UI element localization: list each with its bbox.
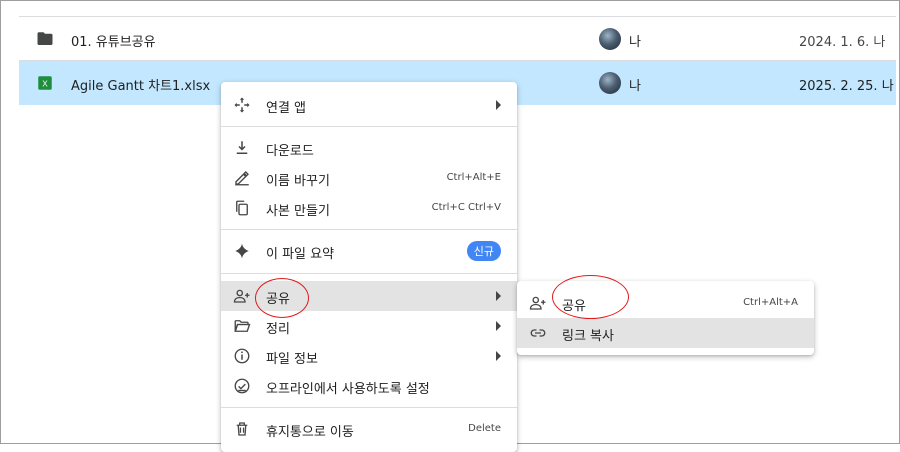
folder-icon — [37, 32, 53, 45]
move-arrows-icon — [234, 97, 250, 113]
pencil-icon — [235, 171, 249, 186]
menu-item-offline[interactable]: 오프라인에서 사용하도록 설정 — [221, 371, 517, 401]
menu-divider — [221, 273, 517, 274]
menu-item-file-info[interactable]: 파일 정보 — [221, 341, 517, 371]
link-icon — [530, 329, 546, 337]
annotation-circle — [255, 278, 309, 318]
menu-item-summarize[interactable]: 이 파일 요약 신규 — [221, 236, 517, 266]
file-name: 01. 유튜브공유 — [71, 35, 156, 50]
new-badge: 신규 — [466, 241, 501, 261]
file-modified: 2025. 2. 25. 나 — [799, 79, 894, 94]
sparkle-icon — [235, 243, 249, 259]
menu-item-trash[interactable]: 휴지통으로 이동 Delete — [221, 414, 517, 444]
menu-item-open-with[interactable]: 연결 앱 — [221, 90, 517, 120]
owner-avatar — [599, 72, 621, 94]
file-row[interactable]: 01. 유튜브공유 나 2024. 1. 6. 나 — [19, 17, 896, 61]
menu-divider — [221, 126, 517, 127]
annotation-circle — [552, 275, 629, 319]
info-icon — [234, 348, 250, 364]
menu-divider — [221, 229, 517, 230]
file-owner: 나 — [629, 35, 641, 50]
menu-item-rename[interactable]: 이름 바꾸기 Ctrl+Alt+E — [221, 163, 517, 193]
trash-icon — [236, 422, 248, 436]
chevron-right-icon — [496, 321, 501, 331]
context-menu: 연결 앱 다운로드 이름 바꾸기 Ctrl+Alt+E 사본 만들기 Ctrl+… — [221, 82, 517, 452]
offline-check-icon — [234, 378, 250, 394]
svg-text:X: X — [42, 79, 48, 88]
download-icon — [236, 141, 248, 154]
submenu-item-copy-link[interactable]: 링크 복사 — [517, 318, 814, 348]
excel-icon: X — [38, 76, 52, 90]
chevron-right-icon — [496, 291, 501, 301]
menu-item-make-copy[interactable]: 사본 만들기 Ctrl+C Ctrl+V — [221, 193, 517, 223]
person-add-icon — [529, 296, 546, 310]
folder-open-icon — [234, 320, 251, 332]
owner-avatar — [599, 28, 621, 50]
menu-divider — [221, 407, 517, 408]
file-name: Agile Gantt 차트1.xlsx — [71, 79, 211, 94]
copy-icon — [236, 200, 248, 216]
chevron-right-icon — [496, 351, 501, 361]
menu-item-organize[interactable]: 정리 — [221, 311, 517, 341]
person-add-icon — [233, 289, 250, 303]
file-owner: 나 — [629, 79, 641, 94]
file-modified: 2024. 1. 6. 나 — [799, 35, 886, 50]
menu-item-download[interactable]: 다운로드 — [221, 133, 517, 163]
chevron-right-icon — [496, 100, 501, 110]
